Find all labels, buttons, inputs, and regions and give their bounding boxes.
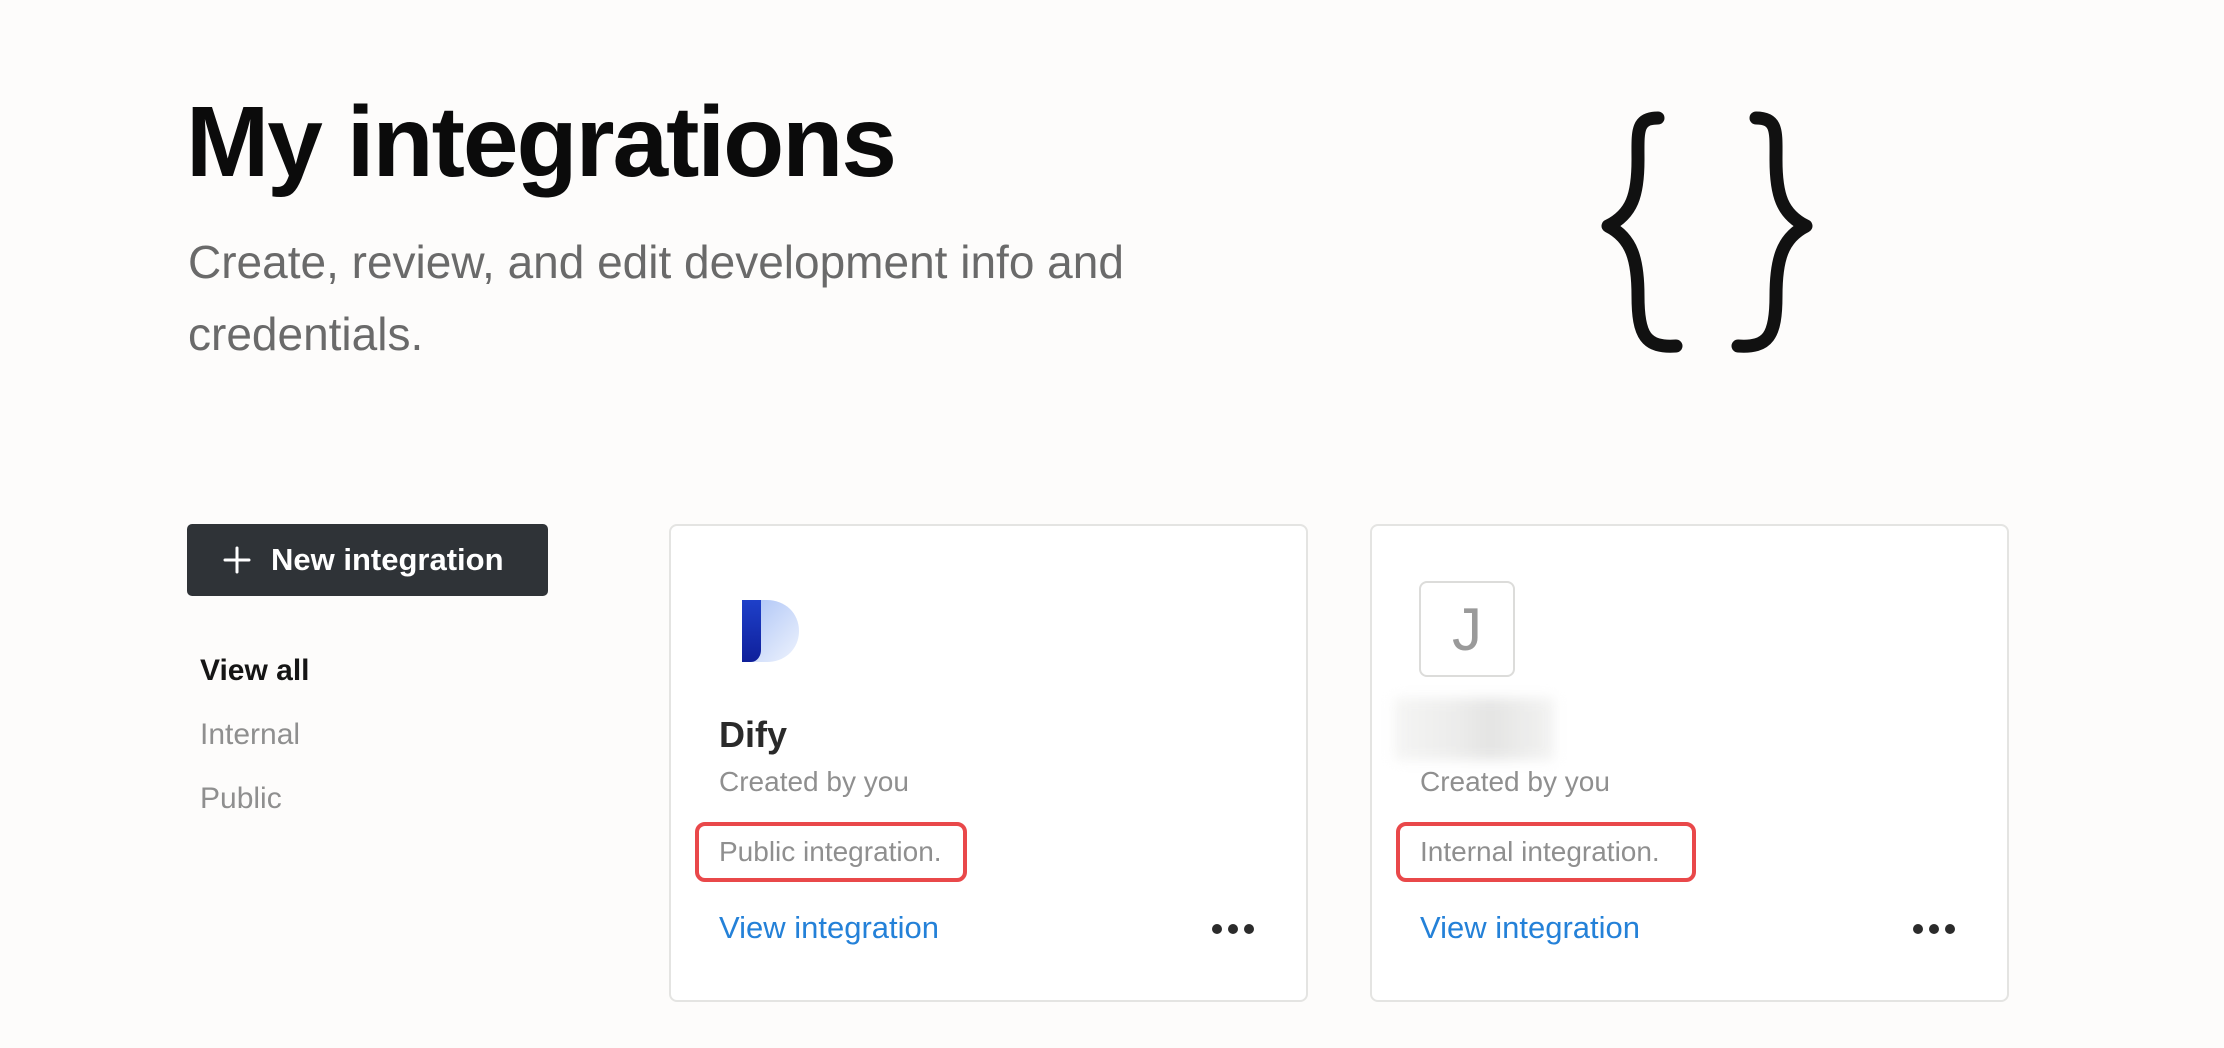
integration-type: Public integration. <box>719 836 942 867</box>
integration-type: Internal integration. <box>1420 836 1660 867</box>
integration-card-internal: J Created by you Internal integration. V… <box>1370 524 2009 1002</box>
integration-card-dify: Dify Created by you Public integration. … <box>669 524 1308 1002</box>
more-options-icon[interactable] <box>1912 921 1956 937</box>
letter-avatar-icon: J <box>1419 581 1519 681</box>
avatar-letter: J <box>1419 581 1515 677</box>
integration-creator: Created by you <box>719 766 909 797</box>
curly-braces-illustration <box>1601 111 1813 353</box>
integration-name: Dify <box>719 714 788 755</box>
view-integration-link[interactable]: View integration <box>719 910 939 946</box>
dify-logo-icon <box>717 580 817 680</box>
integration-type-highlight: Public integration. <box>695 822 967 882</box>
blurred-integration-name <box>1394 698 1554 760</box>
page-title: My integrations <box>186 86 897 198</box>
more-options-icon[interactable] <box>1211 921 1255 937</box>
new-integration-button[interactable]: New integration <box>187 524 548 596</box>
nav-public[interactable]: Public <box>200 782 282 816</box>
page-subtitle: Create, review, and edit development inf… <box>188 236 1124 360</box>
new-integration-label: New integration <box>271 542 504 577</box>
nav-internal[interactable]: Internal <box>200 718 300 752</box>
integration-creator: Created by you <box>1420 766 1610 797</box>
view-integration-link[interactable]: View integration <box>1420 910 1640 946</box>
plus-icon <box>223 546 251 574</box>
nav-view-all[interactable]: View all <box>200 654 310 688</box>
integrations-page: My integrations Create, review, and edit… <box>0 0 2224 1048</box>
integration-type-highlight: Internal integration. <box>1396 822 1696 882</box>
